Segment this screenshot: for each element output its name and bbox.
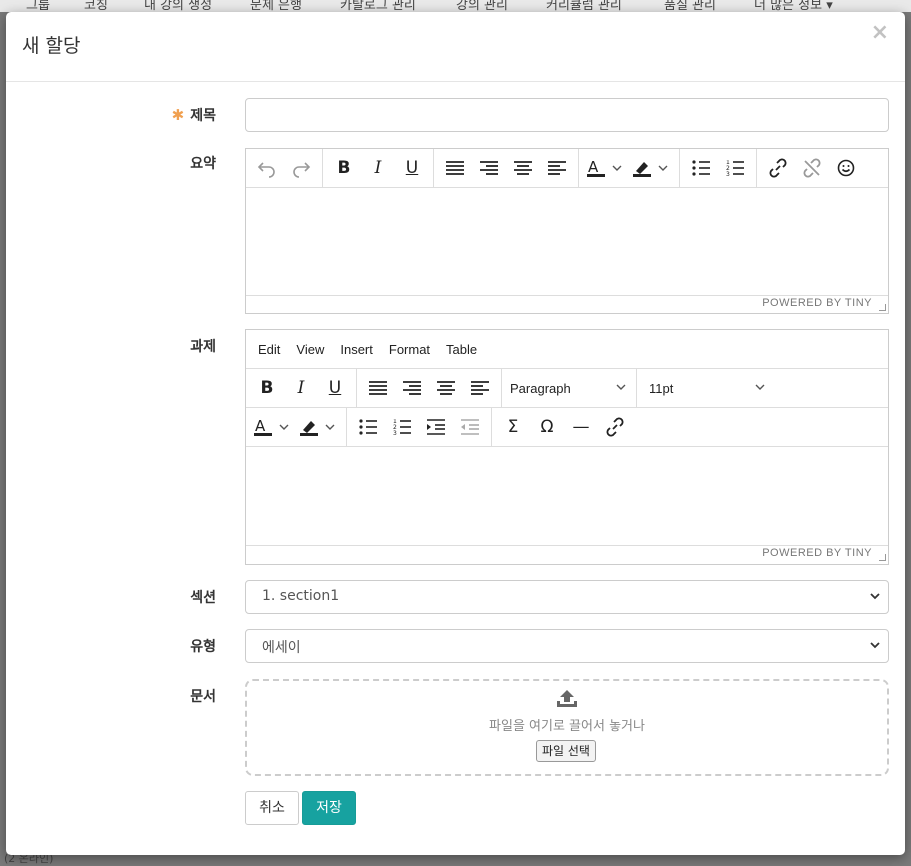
- indent-icon[interactable]: [419, 412, 453, 442]
- task-label: 과제: [190, 339, 216, 355]
- align-right-icon[interactable]: [395, 373, 429, 403]
- bullet-list-icon[interactable]: [684, 153, 718, 183]
- text-color-icon[interactable]: A: [583, 153, 629, 183]
- underline-icon[interactable]: U: [318, 373, 352, 403]
- underline-icon[interactable]: U: [395, 153, 429, 183]
- chevron-down-icon: [870, 642, 880, 649]
- numbered-list-icon[interactable]: 123: [385, 412, 419, 442]
- summary-statusbar: POWERED BY TINY: [246, 295, 888, 313]
- bullet-list-icon[interactable]: [351, 412, 385, 442]
- type-label: 유형: [190, 639, 216, 655]
- bg-nav-item: 내 강의 생성: [144, 0, 213, 12]
- section-label: 섹션: [190, 590, 216, 606]
- menu-insert[interactable]: Insert: [332, 342, 381, 357]
- redo-icon[interactable]: [284, 153, 318, 183]
- align-center-icon[interactable]: [429, 373, 463, 403]
- numbered-list-icon[interactable]: 123: [718, 153, 752, 183]
- background-nav: 그룹 코칭 내 강의 생성 문제 은행 카탈로그 관리 강의 관리 커리큘럼 관…: [0, 0, 911, 12]
- bg-nav-item: 그룹: [26, 0, 50, 12]
- highlight-color-icon[interactable]: [296, 412, 342, 442]
- emoji-icon[interactable]: [829, 153, 863, 183]
- align-right-icon[interactable]: [472, 153, 506, 183]
- powered-by-label[interactable]: POWERED BY TINY: [762, 297, 872, 309]
- upload-icon: [557, 690, 577, 707]
- italic-icon[interactable]: I: [361, 153, 395, 183]
- title-input[interactable]: [245, 98, 889, 132]
- bold-icon[interactable]: B: [250, 373, 284, 403]
- chevron-down-icon: [870, 593, 880, 600]
- align-left-icon[interactable]: [463, 373, 497, 403]
- svg-text:3: 3: [726, 171, 730, 176]
- menu-edit[interactable]: Edit: [250, 342, 288, 357]
- menu-format[interactable]: Format: [381, 342, 438, 357]
- svg-text:A: A: [588, 158, 599, 176]
- summary-edit-area[interactable]: [246, 188, 888, 295]
- link-icon[interactable]: [598, 412, 632, 442]
- task-toolbar-2: A 123 Σ Ω —: [246, 408, 888, 447]
- choose-file-button[interactable]: 파일 선택: [536, 740, 596, 762]
- menu-view[interactable]: View: [288, 342, 332, 357]
- bg-nav-item: 강의 관리: [456, 0, 508, 12]
- modal-header: 새 할당 ×: [6, 12, 905, 82]
- cancel-button[interactable]: 취소: [245, 791, 299, 825]
- horizontal-rule-icon[interactable]: —: [564, 412, 598, 442]
- align-justify-icon[interactable]: [438, 153, 472, 183]
- align-justify-icon[interactable]: [361, 373, 395, 403]
- undo-icon[interactable]: [250, 153, 284, 183]
- file-dropzone[interactable]: 파일을 여기로 끌어서 놓거나 파일 선택: [245, 679, 889, 776]
- powered-by-label[interactable]: POWERED BY TINY: [762, 547, 872, 559]
- svg-text:A: A: [255, 417, 266, 435]
- summary-toolbar: B I U A 1 2 3: [246, 149, 888, 188]
- resize-handle-icon[interactable]: [879, 554, 886, 561]
- highlight-color-icon[interactable]: [629, 153, 675, 183]
- new-assignment-modal: 새 할당 × ✱ 제목 요약 B I U A 1 2 3 POWERED BY …: [6, 12, 905, 855]
- bg-nav-item: 문제 은행: [250, 0, 302, 12]
- summary-editor: B I U A 1 2 3 POWERED BY TINY: [245, 148, 889, 314]
- bold-icon[interactable]: B: [327, 153, 361, 183]
- chevron-down-icon: [616, 384, 626, 390]
- font-size-select[interactable]: 11pt: [637, 369, 775, 407]
- align-left-icon[interactable]: [540, 153, 574, 183]
- task-statusbar: POWERED BY TINY: [246, 545, 888, 563]
- task-toolbar-1: B I U Paragraph 11pt: [246, 369, 888, 408]
- document-label: 문서: [190, 689, 216, 705]
- title-row: ✱ 제목: [6, 98, 905, 132]
- dropzone-text: 파일을 여기로 끌어서 놓거나: [489, 719, 645, 734]
- summary-label: 요약: [190, 156, 216, 172]
- modal-title: 새 할당: [22, 35, 81, 57]
- menu-table[interactable]: Table: [438, 342, 485, 357]
- resize-handle-icon[interactable]: [879, 304, 886, 311]
- text-color-icon[interactable]: A: [250, 412, 296, 442]
- outdent-icon[interactable]: [453, 412, 487, 442]
- type-select[interactable]: 에세이: [245, 629, 889, 663]
- math-sum-icon[interactable]: Σ: [496, 412, 530, 442]
- italic-icon[interactable]: I: [284, 373, 318, 403]
- close-icon[interactable]: ×: [871, 22, 889, 44]
- task-menubar: Edit View Insert Format Table: [246, 330, 888, 369]
- bg-nav-item: 커리큘럼 관리: [546, 0, 622, 12]
- required-star-icon: ✱: [171, 106, 185, 124]
- link-icon[interactable]: [761, 153, 795, 183]
- block-format-select[interactable]: Paragraph: [502, 369, 636, 407]
- section-select[interactable]: 1. section1: [245, 580, 889, 614]
- title-label: ✱ 제목: [171, 106, 216, 124]
- bg-nav-item: 더 많은 정보 ▾: [754, 0, 833, 12]
- task-editor: Edit View Insert Format Table B I U Para…: [245, 329, 889, 565]
- bg-nav-item: 카탈로그 관리: [340, 0, 416, 12]
- chevron-down-icon: [755, 384, 765, 390]
- align-center-icon[interactable]: [506, 153, 540, 183]
- bg-nav-item: 코칭: [84, 0, 108, 12]
- task-edit-area[interactable]: [246, 447, 888, 545]
- bg-nav-item: 품질 관리: [664, 0, 716, 12]
- svg-text:3: 3: [393, 430, 397, 435]
- save-button[interactable]: 저장: [302, 791, 356, 825]
- unlink-icon[interactable]: [795, 153, 829, 183]
- special-char-icon[interactable]: Ω: [530, 412, 564, 442]
